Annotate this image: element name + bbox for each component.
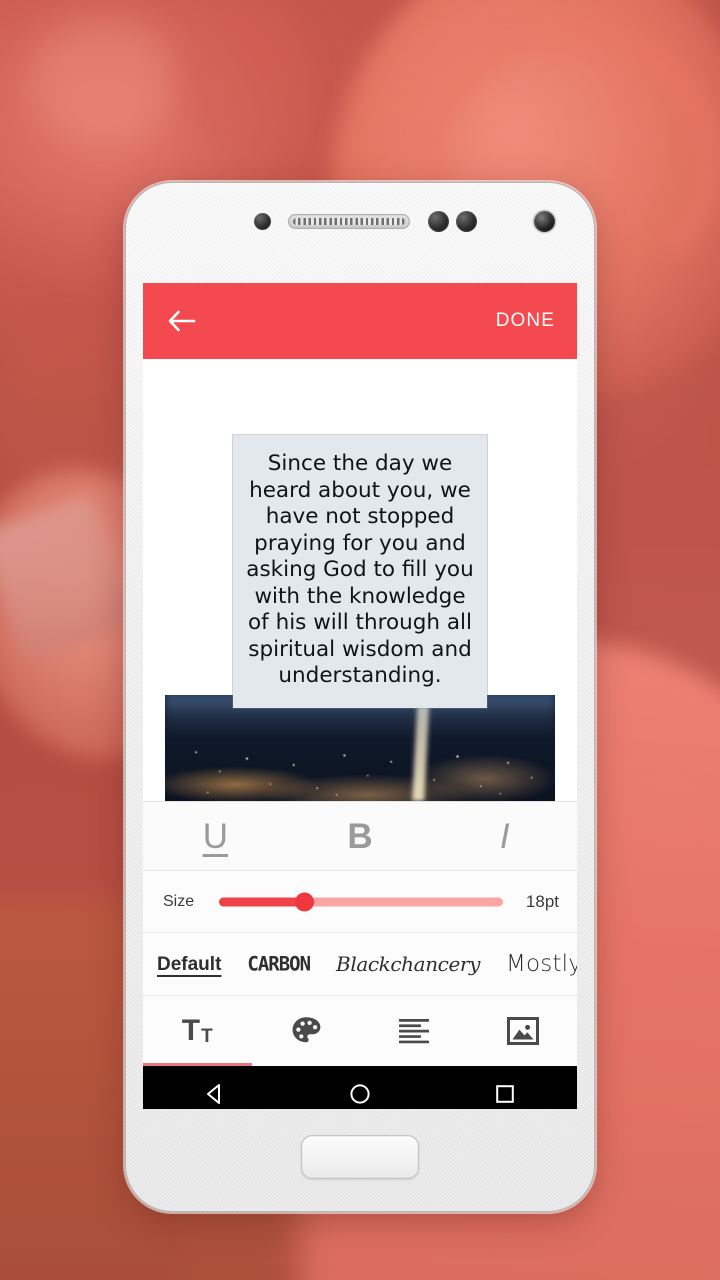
font-item-mostly-mono[interactable]: Mostly Mono [506,952,577,976]
color-palette-icon [292,1017,321,1043]
tab-image[interactable] [469,996,578,1066]
android-recents-button[interactable] [432,1081,577,1107]
text-size-icon-small-t: T [201,1026,213,1047]
editor-tab-bar: TT [143,996,577,1066]
android-back-icon [207,1084,221,1104]
text-size-icon-big-t: T [181,1014,201,1047]
front-camera-icon [534,211,555,232]
font-list[interactable]: Default CARBON Blackchancery Mostly Mono… [143,933,577,996]
text-style-row: U B I [143,801,577,871]
bold-button[interactable]: B [288,819,433,854]
image-icon [506,1017,539,1045]
physical-home-button[interactable] [301,1135,419,1179]
font-item-blackchancery[interactable]: Blackchancery [336,954,480,974]
font-item-default[interactable]: Default [157,955,221,974]
back-arrow-icon [168,310,196,332]
android-home-button[interactable] [288,1081,433,1107]
slider-fill [219,897,305,906]
quote-text: Since the day we heard about you, we hav… [246,451,474,688]
phone-screen: DONE Since the day we heard about you, w… [143,283,577,1109]
size-label: Size [163,892,195,910]
city-lights [165,694,555,801]
tab-active-indicator [143,1063,252,1066]
android-back-button[interactable] [143,1081,288,1107]
slider-thumb[interactable] [294,892,314,911]
tab-text[interactable]: TT [143,996,252,1066]
tab-color[interactable] [252,996,361,1066]
underline-button[interactable]: U [143,819,288,854]
font-size-value: 18pt [525,891,559,911]
font-size-row: Size 18pt [143,871,577,933]
done-button[interactable]: DONE [496,310,555,332]
back-button[interactable] [167,309,197,333]
light-sensor-icon [428,211,449,232]
ir-sensor-icon [456,211,477,232]
text-size-icon: TT [181,1014,213,1047]
proximity-sensor-icon [254,213,271,230]
phone-top-bezel [126,183,594,283]
canvas-area[interactable]: Since the day we heard about you, we hav… [143,359,577,801]
image-canvas[interactable]: Since the day we heard about you, we hav… [165,359,555,801]
italic-button[interactable]: I [432,819,577,854]
android-recents-icon [495,1085,514,1103]
app-bar: DONE [143,283,577,359]
earpiece-speaker [288,214,410,229]
earpiece-mesh [293,218,405,225]
quote-card[interactable]: Since the day we heard about you, we hav… [233,435,487,708]
canvas-cityscape [165,694,555,801]
font-item-carbon[interactable]: CARBON [247,954,311,974]
android-nav-bar [143,1066,577,1109]
screenshot-stage: DONE Since the day we heard about you, w… [0,0,720,1280]
tab-align[interactable] [360,996,469,1066]
font-size-slider[interactable] [219,891,503,913]
android-home-icon [350,1084,370,1104]
phone-mockup: DONE Since the day we heard about you, w… [126,183,594,1211]
text-align-icon [399,1019,430,1044]
